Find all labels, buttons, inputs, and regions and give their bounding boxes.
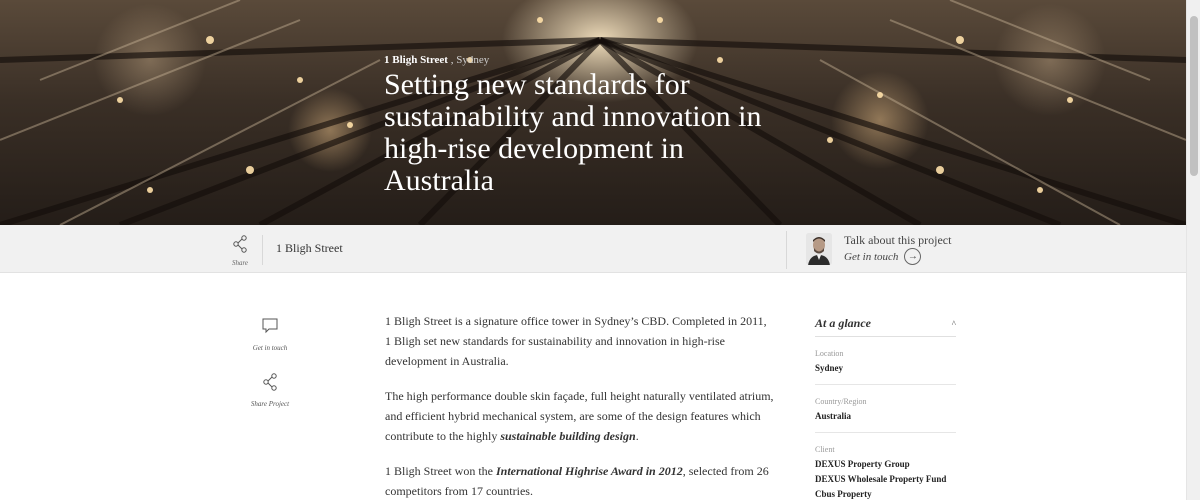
page-title: Setting new standards for sustainability… xyxy=(384,68,762,197)
at-a-glance-title: At a glance xyxy=(815,316,871,330)
share-project-label: Share Project xyxy=(250,400,290,408)
toolbar-project-title: 1 Bligh Street xyxy=(276,241,343,255)
emphasis-text: International Highrise Award in 2012 xyxy=(496,464,683,478)
glance-value: Sydney xyxy=(815,363,844,373)
glance-item-country: Country/Region Australia xyxy=(815,397,956,433)
glance-label: Country/Region xyxy=(815,397,867,406)
talk-about-project-label: Talk about this project xyxy=(844,233,952,247)
chevron-up-icon: ^ xyxy=(951,318,956,329)
get-in-touch-button[interactable]: Get in touch xyxy=(240,317,300,352)
contact-avatar xyxy=(806,233,832,265)
share-label: Share xyxy=(231,259,249,267)
glance-value: DEXUS Wholesale Property Fund xyxy=(815,474,947,484)
hero-city: Sydney xyxy=(456,54,490,66)
share-icon xyxy=(263,373,277,391)
at-a-glance-panel: At a glance ^ Location Sydney Country/Re… xyxy=(815,311,956,500)
arrow-right-icon: → xyxy=(904,248,922,265)
project-toolbar: Share 1 Bligh Street Talk about this pro… xyxy=(0,225,1186,273)
page-scrollbar[interactable] xyxy=(1186,0,1200,500)
paragraph-text: . xyxy=(635,429,639,443)
project-description: 1 Bligh Street is a signature office tow… xyxy=(385,311,775,500)
glance-item-client: Client DEXUS Property Group DEXUS Wholes… xyxy=(815,445,956,500)
glance-value: Cbus Property xyxy=(815,489,872,499)
glance-label: Location xyxy=(815,349,844,358)
hero-separator: , xyxy=(450,54,454,66)
share-button[interactable]: Share xyxy=(228,235,252,267)
hero-banner: 1 Bligh Street , Sydney Setting new stan… xyxy=(0,0,1186,225)
get-in-touch-action-label: Get in touch xyxy=(252,344,288,352)
paragraph-text: 1 Bligh Street won the xyxy=(385,464,496,478)
at-a-glance-toggle[interactable]: At a glance ^ xyxy=(815,311,956,337)
share-project-button[interactable]: Share Project xyxy=(240,373,300,408)
hero-project-name: 1 Bligh Street xyxy=(384,54,448,66)
glance-value: DEXUS Property Group xyxy=(815,459,910,469)
hero-location-line: 1 Bligh Street , Sydney xyxy=(384,54,784,66)
get-in-touch-link[interactable]: Get in touch → xyxy=(844,248,922,265)
glance-item-location: Location Sydney xyxy=(815,349,956,385)
comment-icon xyxy=(262,318,278,334)
description-paragraph: 1 Bligh Street won the International Hig… xyxy=(385,461,775,500)
toolbar-divider xyxy=(262,235,263,265)
glance-value: Australia xyxy=(815,411,851,421)
description-paragraph: 1 Bligh Street is a signature office tow… xyxy=(385,314,767,368)
toolbar-divider xyxy=(786,231,787,269)
share-icon xyxy=(233,235,247,253)
get-in-touch-label: Get in touch xyxy=(844,250,899,263)
description-paragraph: The high performance double skin façade,… xyxy=(385,386,775,446)
emphasis-text: sustainable building design xyxy=(500,429,636,443)
glance-label: Client xyxy=(815,445,835,454)
scrollbar-thumb[interactable] xyxy=(1190,16,1198,176)
